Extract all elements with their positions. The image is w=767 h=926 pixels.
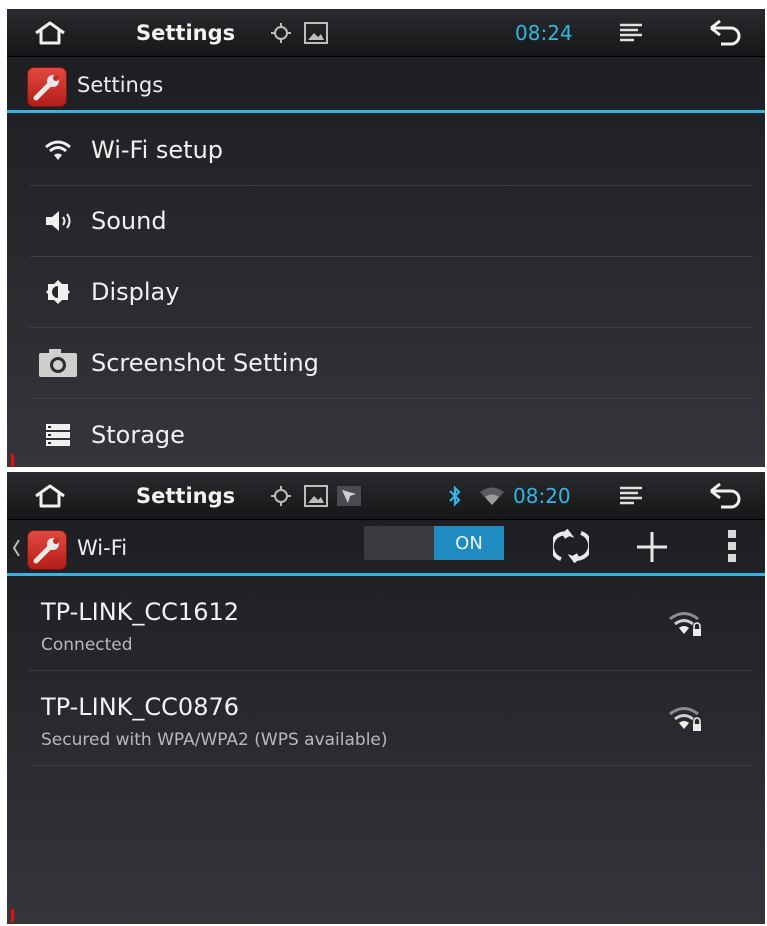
page-title: Wi-Fi — [77, 536, 128, 560]
action-bar: Wi-Fi ON — [7, 520, 765, 576]
back-button[interactable] — [709, 9, 743, 57]
network-name: TP-LINK_CC1612 — [41, 598, 239, 626]
wifi-lock-icon — [667, 705, 707, 735]
back-arrow-icon — [710, 483, 741, 509]
status-time: 08:24 — [515, 21, 573, 45]
menu-item-wifi-setup[interactable]: Wi-Fi setup — [30, 115, 753, 186]
menu-item-label: Screenshot Setting — [91, 349, 319, 377]
network-status: Connected — [41, 635, 133, 655]
menu-item-label: Sound — [91, 207, 167, 235]
add-network-button[interactable] — [635, 530, 669, 568]
status-title: Settings — [136, 21, 236, 45]
storage-icon — [38, 420, 78, 450]
status-time: 08:20 — [513, 484, 571, 508]
image-icon — [304, 9, 328, 57]
camera-icon — [38, 348, 78, 378]
wifi-icon — [38, 135, 78, 165]
menu-item-label: Storage — [91, 420, 185, 449]
toggle-on-label: ON — [434, 526, 504, 560]
menu-item-label: Wi-Fi setup — [91, 136, 224, 164]
menu-item-screenshot-setting[interactable]: Screenshot Setting — [30, 328, 753, 399]
overflow-menu-button[interactable] — [727, 529, 737, 567]
list-icon — [620, 23, 642, 42]
home-icon — [35, 21, 65, 45]
menu-button[interactable] — [618, 472, 644, 520]
home-button[interactable] — [33, 472, 67, 520]
red-marker — [11, 909, 14, 922]
menu-item-label: Display — [91, 278, 180, 306]
bluetooth-icon — [448, 472, 462, 520]
plus-icon — [637, 532, 667, 562]
wps-icon — [549, 528, 593, 564]
wifi-screen: Settings 08:20 Wi-Fi ON TP-LINK_CC1612 C… — [7, 472, 765, 924]
more-vert-icon — [728, 530, 736, 562]
wps-button[interactable] — [549, 528, 593, 567]
settings-screen: Settings 08:24 Settings Wi-Fi setup Soun… — [7, 9, 765, 467]
status-bar: Settings 08:20 — [7, 472, 765, 520]
action-bar: Settings — [7, 57, 765, 113]
navigation-icon — [336, 472, 362, 520]
red-marker — [11, 454, 14, 467]
wifi-network-row[interactable]: TP-LINK_CC0876 Secured with WPA/WPA2 (WP… — [30, 671, 753, 766]
menu-item-display[interactable]: Display — [30, 257, 753, 328]
settings-app-icon — [27, 530, 67, 570]
gps-icon — [270, 9, 292, 57]
network-name: TP-LINK_CC0876 — [41, 693, 239, 721]
menu-item-storage[interactable]: Storage — [30, 399, 753, 467]
wifi-status-icon — [479, 472, 505, 520]
network-status: Secured with WPA/WPA2 (WPS available) — [41, 730, 388, 750]
wifi-network-row[interactable]: TP-LINK_CC1612 Connected — [30, 576, 753, 671]
image-icon — [304, 472, 328, 520]
brightness-icon — [38, 277, 78, 307]
gps-icon — [270, 472, 292, 520]
settings-app-icon — [27, 67, 67, 107]
status-bar: Settings 08:24 — [7, 9, 765, 57]
wifi-toggle[interactable]: ON — [364, 526, 504, 560]
home-icon — [35, 484, 65, 508]
page-title: Settings — [77, 73, 164, 97]
back-button[interactable] — [709, 472, 743, 520]
wifi-lock-icon — [667, 610, 707, 640]
menu-item-sound[interactable]: Sound — [30, 186, 753, 257]
list-icon — [620, 486, 642, 505]
speaker-icon — [38, 206, 78, 236]
up-chevron-icon[interactable] — [11, 537, 21, 563]
menu-button[interactable] — [618, 9, 644, 57]
back-arrow-icon — [710, 20, 741, 46]
status-title: Settings — [136, 484, 236, 508]
home-button[interactable] — [33, 9, 67, 57]
